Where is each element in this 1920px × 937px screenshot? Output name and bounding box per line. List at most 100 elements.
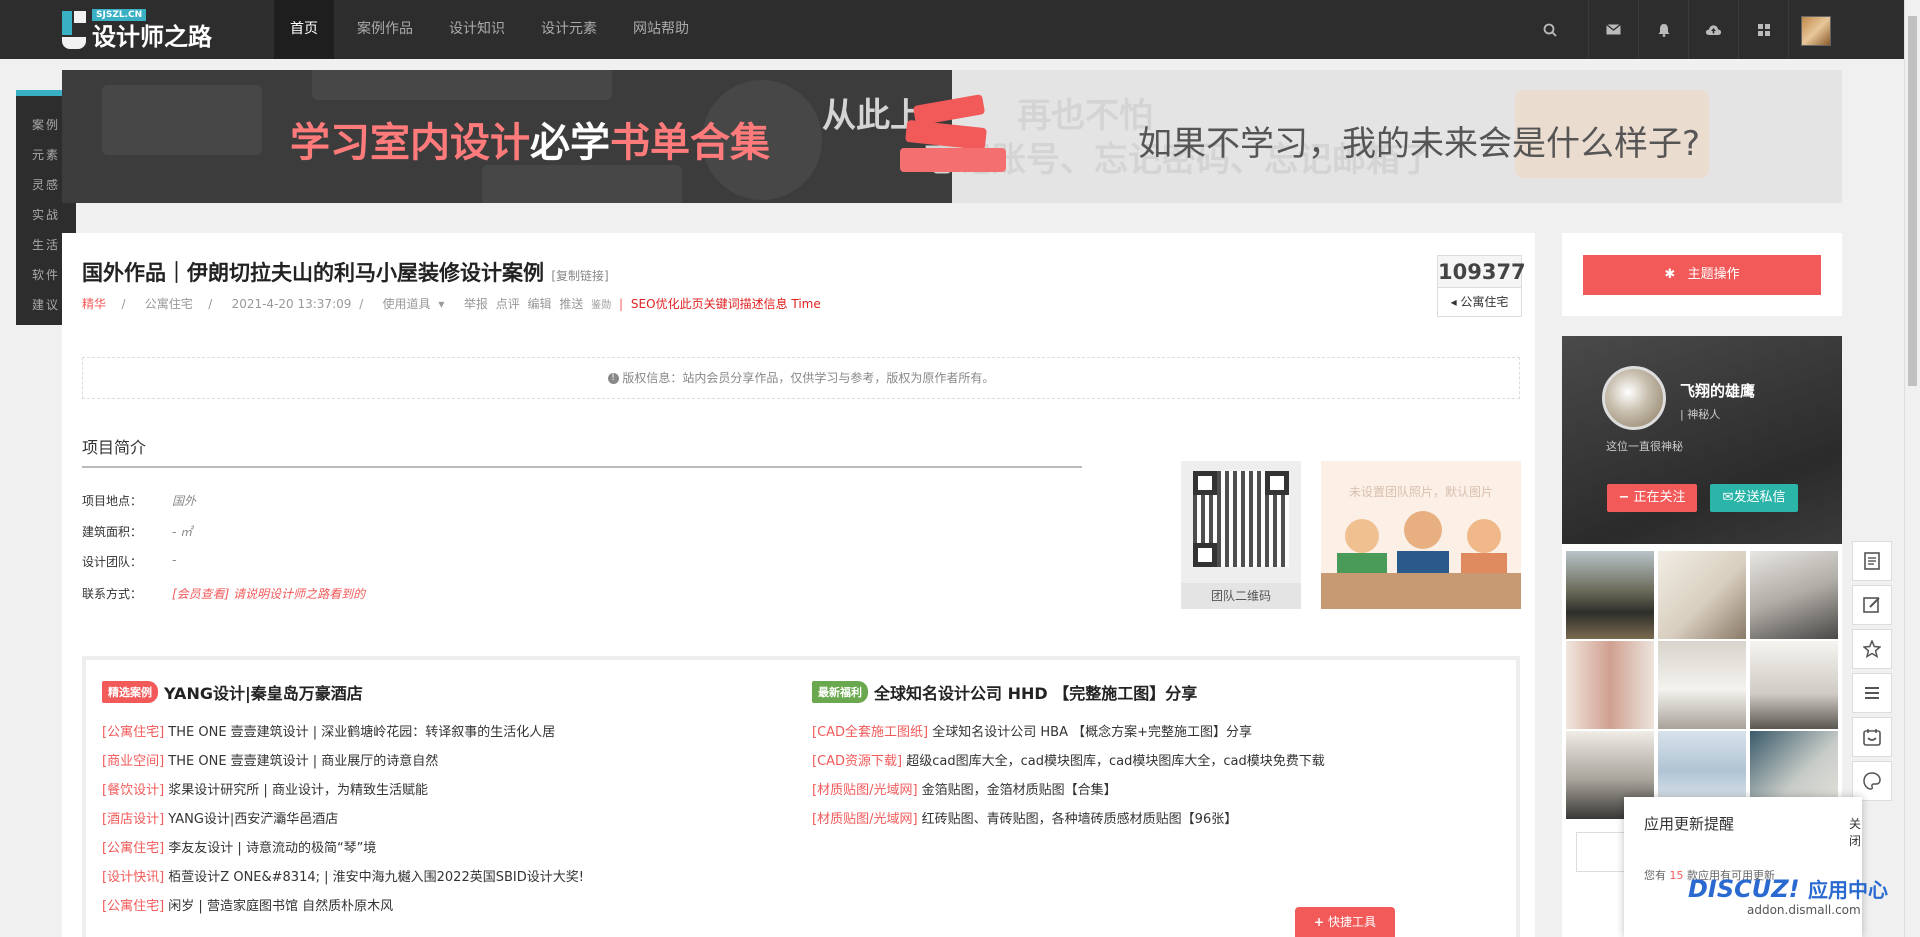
item-category[interactable]: [CAD资源下载] [812, 754, 902, 769]
author-name[interactable]: 飞翔的雄鹰 [1680, 380, 1755, 401]
field-value[interactable]: [会员查看] 请说明设计师之路看到的 [172, 585, 365, 602]
cloud-upload-icon[interactable] [1688, 0, 1738, 59]
palette-icon[interactable] [1852, 761, 1892, 801]
list-item[interactable]: [设计快讯] 栢萱设计Z ONE&#8314; | 淮安中海九樾入围2022英国… [102, 863, 584, 892]
medal-link[interactable]: 鉴勋 [591, 300, 611, 311]
item-title[interactable]: 闲岁 | 营造家庭图书馆 自然质朴原木风 [168, 899, 393, 914]
recommend-right-head: 最新福利 全球知名设计公司 HHD 【完整施工图】分享 [812, 680, 1197, 704]
item-title[interactable]: THE ONE 壹壹建筑设计 | 商业展厅的诗意自然 [168, 754, 438, 769]
seo-link[interactable]: SEO优化此页关键词描述信息 Time [631, 297, 821, 311]
user-avatar[interactable] [1801, 16, 1831, 46]
discuz-site: addon.dismall.com [1747, 903, 1861, 917]
use-tool-label: 使用道具 [382, 297, 431, 311]
item-category[interactable]: [CAD全套施工图纸] [812, 725, 928, 740]
notice-close-button[interactable]: 关闭 [1849, 815, 1862, 849]
item-title[interactable]: 浆果设计研究所 | 商业设计，为精致生活赋能 [168, 783, 428, 798]
site-logo[interactable]: SJSZL.CN 设计师之路 [62, 9, 252, 51]
comment-link[interactable]: 点评 [496, 297, 520, 311]
promo-banner[interactable]: 从此上 再也不怕 忘记账号、忘记密码、忘记邮箱了 学习室内设计必学书单合集 如果… [62, 70, 1842, 203]
notice-count: 15 [1669, 869, 1684, 882]
push-link[interactable]: 推送 [559, 297, 583, 311]
intro-divider [82, 466, 1082, 468]
team-qr-code: 团队二维码 [1181, 461, 1301, 609]
use-tool-dropdown[interactable]: 使用道具 ▾ [383, 297, 449, 311]
page-scrollbar[interactable] [1904, 0, 1920, 937]
digest-tag[interactable]: 精华 [82, 297, 106, 311]
list-item[interactable]: [餐饮设计] 浆果设计研究所 | 商业设计，为精致生活赋能 [102, 776, 584, 805]
recommend-right-title[interactable]: 全球知名设计公司 HHD 【完整施工图】分享 [874, 684, 1197, 703]
item-title[interactable]: THE ONE 壹壹建筑设计 | 深业鹤塘岭花园：转译叙事的生活化人居 [168, 725, 555, 740]
quick-tool-button[interactable]: + 快捷工具 [1295, 907, 1395, 937]
item-category[interactable]: [材质贴图/光域网] [812, 812, 918, 827]
list-item[interactable]: [CAD全套施工图纸] 全球知名设计公司 HBA 【概念方案+完整施工图】分享 [812, 718, 1325, 747]
work-thumbnail[interactable] [1750, 551, 1838, 639]
item-title[interactable]: YANG设计|西安浐灞华邑酒店 [168, 812, 338, 827]
list-icon[interactable] [1852, 673, 1892, 713]
work-thumbnail[interactable] [1658, 641, 1746, 729]
item-title[interactable]: 李友友设计 | 诗意流动的极简“琴”境 [168, 841, 376, 856]
list-item[interactable]: [公寓住宅] 闲岁 | 营造家庭图书馆 自然质朴原木风 [102, 892, 584, 921]
bell-icon[interactable] [1638, 0, 1688, 59]
item-category[interactable]: [公寓住宅] [102, 725, 164, 740]
author-avatar[interactable] [1602, 366, 1666, 430]
item-category[interactable]: [酒店设计] [102, 812, 164, 827]
item-category[interactable]: [公寓住宅] [102, 841, 164, 856]
item-category[interactable]: [设计快讯] [102, 870, 164, 885]
list-item[interactable]: [商业空间] THE ONE 壹壹建筑设计 | 商业展厅的诗意自然 [102, 747, 584, 776]
work-thumbnail[interactable] [1566, 641, 1654, 729]
work-thumbnail[interactable] [1566, 551, 1654, 639]
discuz-logo[interactable]: DISCUZ! 应用中心 [1688, 874, 1888, 903]
nav-item-knowledge[interactable]: 设计知识 [433, 0, 521, 59]
list-item[interactable]: [CAD资源下载] 超级cad图库大全，cad模块图库，cad模块图库大全，ca… [812, 747, 1325, 776]
team-photo-placeholder-text: 未设置团队照片，默认图片 [1348, 485, 1493, 499]
nav-item-home[interactable]: 首页 [274, 0, 334, 59]
item-category[interactable]: [材质贴图/光域网] [812, 783, 918, 798]
theme-action-button[interactable]: ✱ 主题操作 [1583, 255, 1821, 295]
field-label: 设计团队： [82, 555, 143, 569]
search-icon[interactable] [1525, 0, 1575, 59]
view-category-link[interactable]: ◂ 公寓住宅 [1438, 288, 1521, 316]
notice-title: 应用更新提醒 [1644, 815, 1735, 833]
banner-title-part-1: 学习室内设计 [290, 120, 530, 166]
work-thumbnail[interactable] [1658, 551, 1746, 639]
list-item[interactable]: [酒店设计] YANG设计|西安浐灞华邑酒店 [102, 805, 584, 834]
report-link[interactable]: 举报 [464, 297, 488, 311]
star-icon[interactable] [1852, 629, 1892, 669]
quick-tool-label: 快捷工具 [1327, 915, 1376, 929]
copy-link[interactable]: [复制链接] [551, 269, 608, 283]
scrollbar-thumb[interactable] [1908, 16, 1917, 386]
item-category[interactable]: [公寓住宅] [102, 899, 164, 914]
mail-icon[interactable] [1588, 0, 1638, 59]
list-item[interactable]: [公寓住宅] 李友友设计 | 诗意流动的极简“琴”境 [102, 834, 584, 863]
article-category[interactable]: 公寓住宅 [145, 297, 193, 311]
info-icon: ! [607, 373, 619, 384]
item-title[interactable]: 金箔贴图，金箔材质贴图【合集】 [922, 783, 1117, 798]
leftmenu-item-practice[interactable]: 实战 [16, 200, 76, 230]
item-category[interactable]: [商业空间] [102, 754, 164, 769]
field-label: 建筑面积： [82, 525, 143, 539]
caret-down-icon: ▾ [438, 297, 445, 311]
list-item[interactable]: [材质贴图/光域网] 红砖贴图、青砖贴图，各种墙砖质感材质贴图【96张】 [812, 805, 1325, 834]
welfare-tag: 最新福利 [812, 681, 868, 703]
edit-link[interactable]: 编辑 [528, 297, 552, 311]
list-item[interactable]: [公寓住宅] THE ONE 壹壹建筑设计 | 深业鹤塘岭花园：转译叙事的生活化… [102, 718, 584, 747]
edit-icon[interactable] [1852, 585, 1892, 625]
work-thumbnail[interactable] [1750, 641, 1838, 729]
item-title[interactable]: 全球知名设计公司 HBA 【概念方案+完整施工图】分享 [932, 725, 1252, 740]
send-message-button[interactable]: ✉发送私信 [1710, 484, 1798, 512]
nav-item-help[interactable]: 网站帮助 [617, 0, 705, 59]
view-count: 109377 [1438, 256, 1526, 288]
grid-icon[interactable] [1738, 0, 1788, 59]
following-button[interactable]: − 正在关注 [1607, 484, 1697, 512]
nav-item-elements[interactable]: 设计元素 [525, 0, 613, 59]
item-category[interactable]: [餐饮设计] [102, 783, 164, 798]
recommend-left-title[interactable]: YANG设计|秦皇岛万豪酒店 [164, 684, 363, 703]
item-title[interactable]: 栢萱设计Z ONE&#8314; | 淮安中海九樾入围2022英国SBID设计大… [168, 870, 584, 885]
document-icon[interactable] [1852, 541, 1892, 581]
nav-item-cases[interactable]: 案例作品 [341, 0, 429, 59]
discuz-logo-text: DISCUZ! [1688, 875, 1800, 903]
item-title[interactable]: 超级cad图库大全，cad模块图库，cad模块图库大全，cad模块免费下载 [906, 754, 1324, 769]
calendar-icon[interactable] [1852, 717, 1892, 757]
list-item[interactable]: [材质贴图/光域网] 金箔贴图，金箔材质贴图【合集】 [812, 776, 1325, 805]
item-title[interactable]: 红砖贴图、青砖贴图，各种墙砖质感材质贴图【96张】 [922, 812, 1238, 827]
